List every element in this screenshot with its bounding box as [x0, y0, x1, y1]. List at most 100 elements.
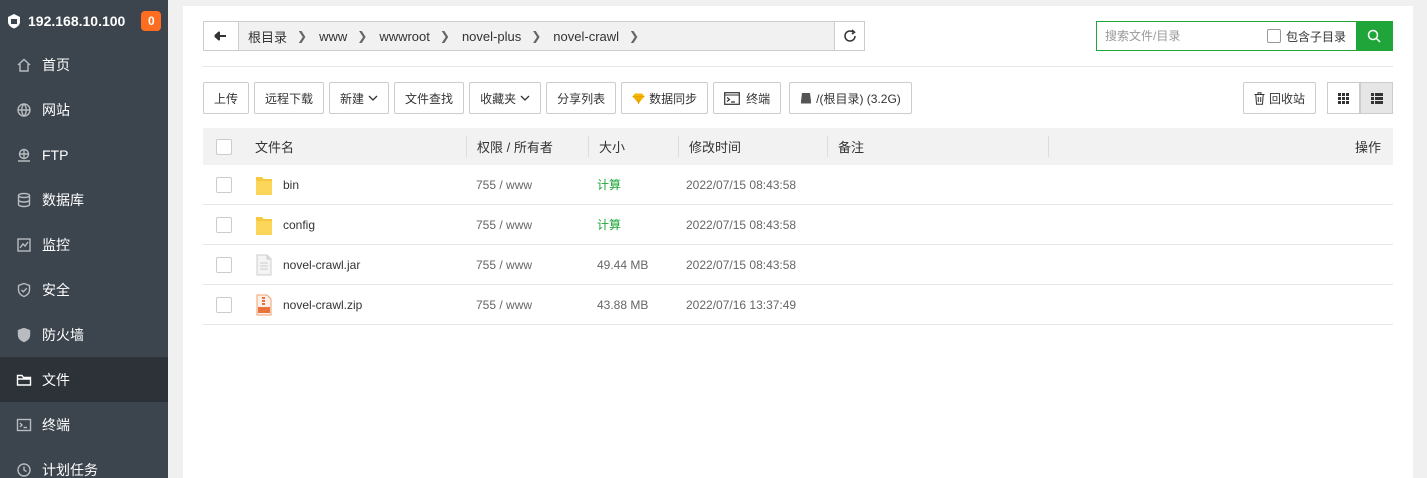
table-row[interactable]: novel-crawl.jar 755 / www 49.44 MB 2022/… — [203, 245, 1393, 285]
data-sync-label: 数据同步 — [649, 91, 698, 106]
monitor-icon — [16, 237, 32, 253]
remote-download-button[interactable]: 远程下载 — [254, 82, 325, 114]
file-toolbar: 上传 远程下载 新建 文件查找 收藏夹 分享列表 数据同步 终端 /(根目录) … — [203, 82, 917, 114]
row-select-cell — [203, 296, 245, 313]
sidebar-item-label: 计划任务 — [42, 461, 98, 478]
sidebar-item-database[interactable]: 数据库 — [0, 177, 168, 222]
favorites-dropdown-button[interactable]: 收藏夹 — [469, 82, 542, 114]
favorites-label: 收藏夹 — [480, 91, 517, 106]
sidebar-item-ftp[interactable]: FTP — [0, 132, 168, 177]
file-name[interactable]: novel-crawl.jar — [283, 258, 360, 272]
file-name[interactable]: bin — [283, 178, 299, 192]
sidebar-item-firewall[interactable]: 防火墙 — [0, 312, 168, 357]
file-name-cell[interactable]: config — [245, 214, 466, 236]
folder-icon — [16, 372, 32, 388]
table-row[interactable]: bin 755 / www 计算 2022/07/15 08:43:58 — [203, 165, 1393, 205]
search-input[interactable] — [1097, 22, 1267, 50]
file-name-cell[interactable]: bin — [245, 174, 466, 196]
disk-button[interactable]: /(根目录) (3.2G) — [789, 82, 912, 114]
firewall-icon — [16, 327, 32, 343]
disk-icon — [801, 93, 812, 104]
sidebar-item-terminal[interactable]: 终端 — [0, 402, 168, 447]
row-checkbox[interactable] — [216, 296, 232, 313]
refresh-button[interactable] — [834, 22, 864, 50]
terminal-label: 终端 — [746, 91, 771, 106]
recycle-bin-label: 回收站 — [1269, 91, 1306, 106]
data-sync-button[interactable]: 数据同步 — [621, 82, 709, 114]
new-label: 新建 — [340, 91, 365, 106]
chevron-right-icon: ❯ — [629, 29, 640, 43]
share-list-label: 分享列表 — [557, 91, 606, 106]
size-cell[interactable]: 计算 — [587, 176, 676, 193]
folder-icon — [255, 214, 273, 236]
table-header: 文件名 权限 / 所有者 大小 修改时间 备注 操作 — [203, 128, 1393, 165]
zip-file-icon — [255, 294, 273, 316]
table-row[interactable]: config 755 / www 计算 2022/07/15 08:43:58 — [203, 205, 1393, 245]
sidebar-item-cron[interactable]: 计划任务 — [0, 447, 168, 478]
breadcrumb-item[interactable]: novel-crawl — [553, 29, 619, 44]
grid-view-button[interactable] — [1327, 82, 1361, 114]
size-cell: 43.88 MB — [597, 297, 649, 312]
perm-cell[interactable]: 755 / www — [466, 298, 587, 312]
mtime-cell: 2022/07/15 08:43:58 — [686, 177, 797, 192]
shield-icon — [16, 282, 32, 298]
breadcrumb-item[interactable]: www — [319, 29, 347, 44]
sidebar-item-home[interactable]: 首页 — [0, 42, 168, 87]
file-name[interactable]: novel-crawl.zip — [283, 298, 362, 312]
breadcrumb-item[interactable]: novel-plus — [462, 29, 521, 44]
chevron-right-icon: ❯ — [357, 29, 368, 43]
upload-label: 上传 — [214, 91, 239, 106]
file-manager-panel: 根目录 ❯ www ❯ wwwroot ❯ novel-plus ❯ novel-cra… — [183, 6, 1413, 478]
file-search-button[interactable]: 文件查找 — [394, 82, 465, 114]
perm-cell[interactable]: 755 / www — [466, 178, 587, 192]
perm-cell[interactable]: 755 / www — [466, 258, 587, 272]
chevron-right-icon: ❯ — [439, 29, 450, 43]
remote-download-label: 远程下载 — [265, 91, 314, 106]
back-button[interactable] — [204, 22, 239, 50]
disk-label: /(根目录) (3.2G) — [816, 91, 901, 106]
file-table: 文件名 权限 / 所有者 大小 修改时间 备注 操作 bin 755 / www… — [203, 128, 1393, 325]
header-mtime[interactable]: 修改时间 — [679, 137, 827, 156]
upload-button[interactable]: 上传 — [203, 82, 250, 114]
notification-badge[interactable]: 0 — [141, 11, 162, 31]
size-cell[interactable]: 计算 — [587, 216, 676, 233]
file-name-cell[interactable]: novel-crawl.jar — [245, 254, 466, 276]
clock-icon — [16, 462, 32, 478]
row-checkbox[interactable] — [216, 176, 232, 193]
new-dropdown-button[interactable]: 新建 — [329, 82, 390, 114]
sidebar-item-monitor[interactable]: 监控 — [0, 222, 168, 267]
sidebar-item-label: 终端 — [42, 416, 70, 433]
file-name-cell[interactable]: novel-crawl.zip — [245, 294, 466, 316]
view-toggle — [1327, 82, 1394, 114]
row-select-cell — [203, 216, 245, 233]
terminal-icon — [724, 91, 741, 105]
chevron-right-icon: ❯ — [531, 29, 542, 43]
header-size[interactable]: 大小 — [589, 137, 678, 156]
breadcrumb-item[interactable]: 根目录 — [248, 27, 287, 46]
select-all-cell — [203, 138, 245, 155]
breadcrumb-item[interactable]: wwwroot — [379, 29, 430, 44]
row-checkbox[interactable] — [216, 256, 232, 273]
share-list-button[interactable]: 分享列表 — [546, 82, 617, 114]
mtime-cell: 2022/07/15 08:43:58 — [686, 217, 797, 232]
terminal-button[interactable]: 终端 — [713, 82, 782, 114]
row-checkbox[interactable] — [216, 216, 232, 233]
include-subdir-toggle[interactable]: 包含子目录 — [1266, 22, 1356, 50]
perm-cell[interactable]: 755 / www — [466, 218, 587, 232]
header-perm[interactable]: 权限 / 所有者 — [467, 137, 588, 156]
sidebar-header: 192.168.10.100 0 — [0, 0, 168, 42]
sidebar-item-website[interactable]: 网站 — [0, 87, 168, 132]
sidebar-item-security[interactable]: 安全 — [0, 267, 168, 312]
search-button[interactable] — [1356, 22, 1392, 50]
list-view-button[interactable] — [1360, 82, 1394, 114]
recycle-bin-button[interactable]: 回收站 — [1243, 82, 1317, 114]
include-subdir-checkbox[interactable] — [1266, 29, 1281, 43]
sidebar-item-files[interactable]: 文件 — [0, 357, 168, 402]
breadcrumb: 根目录 ❯ www ❯ wwwroot ❯ novel-plus ❯ novel-cra… — [239, 22, 834, 50]
sidebar-item-label: 防火墙 — [42, 326, 84, 343]
select-all-checkbox[interactable] — [216, 138, 232, 155]
host-address: 192.168.10.100 — [28, 13, 126, 29]
table-row[interactable]: novel-crawl.zip 755 / www 43.88 MB 2022/… — [203, 285, 1393, 325]
header-name[interactable]: 文件名 — [245, 137, 466, 156]
file-name[interactable]: config — [283, 218, 315, 232]
